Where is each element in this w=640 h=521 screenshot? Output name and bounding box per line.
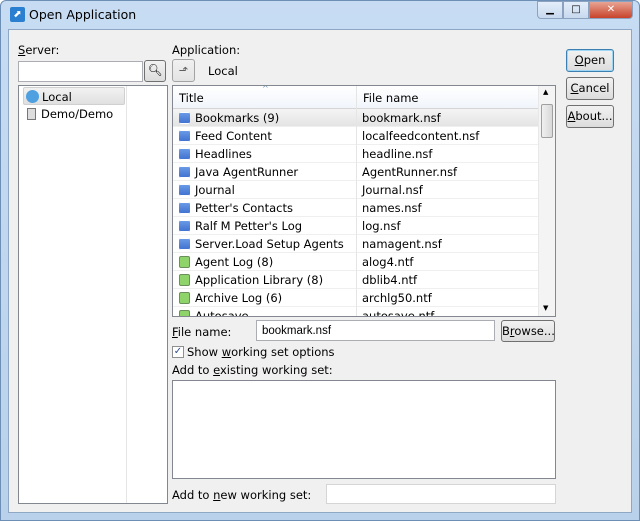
template-icon	[179, 292, 190, 304]
server-label: Server:	[18, 43, 60, 57]
row-title: Headlines	[195, 147, 252, 161]
scroll-down-icon[interactable]: ▼	[543, 304, 548, 312]
application-table[interactable]: Title ^ File name Bookmarks (9) bookmark…	[172, 85, 556, 317]
tree-item-local[interactable]: Local	[23, 87, 125, 105]
row-file-name: headline.nsf	[362, 147, 433, 161]
new-working-set-input[interactable]	[326, 484, 556, 504]
local-server-icon	[26, 90, 39, 103]
template-icon	[179, 274, 190, 286]
title-bar: ⬈ Open Application ▁ □ ✕	[1, 1, 639, 29]
open-button[interactable]: Open	[566, 49, 614, 72]
tree-item-demo[interactable]: Demo/Demo	[23, 105, 125, 123]
row-title: Ralf M Petter's Log	[195, 219, 303, 233]
search-button[interactable]: 🔍︎	[144, 60, 166, 82]
template-icon	[179, 256, 190, 268]
row-title: Java AgentRunner	[195, 165, 299, 179]
row-title: Application Library (8)	[195, 273, 324, 287]
row-file-name: autosave.ntf	[362, 309, 435, 317]
maximize-button[interactable]: □	[563, 1, 589, 19]
row-title: Server.Load Setup Agents	[195, 237, 344, 251]
database-icon	[179, 166, 190, 178]
sort-ascending-icon: ^	[262, 85, 269, 93]
database-icon	[179, 112, 190, 124]
existing-working-set-list[interactable]	[172, 380, 556, 479]
server-input[interactable]	[18, 61, 143, 82]
file-name-label: File name:	[172, 325, 232, 339]
row-file-name: dblib4.ntf	[362, 273, 418, 287]
tree-item-label: Demo/Demo	[41, 107, 114, 121]
new-working-set-label: Add to new working set:	[172, 488, 312, 502]
database-icon	[179, 130, 190, 142]
database-icon	[179, 238, 190, 250]
row-title: Bookmarks (9)	[195, 111, 280, 125]
server-tree[interactable]: Local Demo/Demo	[18, 85, 168, 504]
row-file-name: alog4.ntf	[362, 255, 414, 269]
application-location: Local	[208, 64, 238, 78]
browse-button[interactable]: Browse...	[501, 320, 555, 342]
scrollbar-thumb[interactable]	[541, 104, 553, 138]
minimize-button[interactable]: ▁	[537, 1, 563, 19]
cancel-button[interactable]: Cancel	[566, 77, 614, 100]
row-title: Feed Content	[195, 129, 272, 143]
folder-up-icon: ⬏	[178, 63, 189, 77]
row-title: Archive Log (6)	[195, 291, 283, 305]
scroll-up-icon[interactable]: ▲	[543, 88, 548, 96]
row-title: Journal	[195, 183, 235, 197]
row-file-name: namagent.nsf	[362, 237, 442, 251]
show-working-set-label: Show working set options	[187, 345, 335, 359]
row-file-name: AgentRunner.nsf	[362, 165, 458, 179]
database-icon	[179, 184, 190, 196]
app-icon: ⬈	[10, 7, 25, 22]
show-working-set-checkbox[interactable]: ✓	[172, 346, 184, 358]
row-file-name: bookmark.nsf	[362, 111, 441, 125]
application-label: Application:	[172, 43, 241, 57]
row-file-name: localfeedcontent.nsf	[362, 129, 480, 143]
column-header-file-name[interactable]: File name	[356, 86, 539, 109]
template-icon	[179, 310, 190, 316]
row-file-name: names.nsf	[362, 201, 422, 215]
row-title: Agent Log (8)	[195, 255, 274, 269]
about-button[interactable]: About...	[566, 105, 614, 128]
row-file-name: log.nsf	[362, 219, 401, 233]
existing-working-set-label: Add to existing working set:	[172, 363, 333, 377]
row-file-name: archlg50.ntf	[362, 291, 432, 305]
table-scrollbar[interactable]: ▲ ▼	[538, 86, 555, 316]
file-name-input[interactable]	[256, 320, 495, 341]
database-icon	[179, 220, 190, 232]
search-icon: 🔍︎	[147, 63, 163, 77]
row-title: Petter's Contacts	[195, 201, 293, 215]
window-title: Open Application	[29, 7, 137, 22]
database-icon	[179, 148, 190, 160]
server-icon	[27, 108, 36, 120]
row-title: Autosave	[195, 309, 249, 317]
tree-item-label: Local	[42, 90, 72, 104]
row-file-name: Journal.nsf	[362, 183, 423, 197]
go-up-button[interactable]: ⬏	[172, 59, 195, 82]
close-button[interactable]: ✕	[589, 1, 633, 19]
database-icon	[179, 202, 190, 214]
